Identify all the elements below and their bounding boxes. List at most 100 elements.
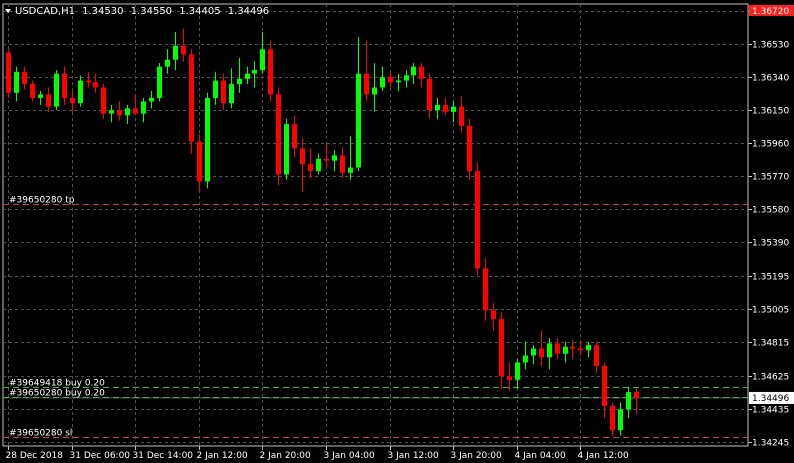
candle-body-bear [46,94,51,107]
candle-body-bull [372,87,377,95]
candle-body-bull [141,101,146,114]
candle-body-bear [308,164,313,172]
candle-body-bear [483,268,488,311]
candle-body-bull [531,348,536,356]
candle-body-bull [78,80,83,104]
chart-header: USDCAD,H1 1.34530 1.34550 1.34405 1.3449… [5,6,269,17]
candle-body-bull [165,59,170,67]
x-tick-label: 28 Dec 2018 [6,451,64,461]
current-price-tag-label: 1.34496 [752,394,789,404]
candle-body-bear [117,110,122,116]
candle-body-bear [340,155,345,173]
candle-body-bear [467,125,472,172]
candle-body-bear [276,94,281,175]
y-tick-label: 1.34245 [752,439,789,449]
candle-body-bull [396,80,401,83]
top-price-tag-label: 1.36720 [752,7,789,17]
candle-body-bear [499,318,504,377]
candle-body-bear [364,73,369,95]
y-tick-label: 1.35960 [752,140,789,150]
candle-body-bull [356,73,361,168]
candle-body-bull [618,409,623,431]
candle-body-bear [6,52,11,93]
candle-body-bear [634,392,639,398]
x-tick-label: 3 Jan 12:00 [388,451,440,461]
candle-body-bull [563,346,568,354]
low-value: 1.34405 [179,6,220,17]
close-value: 1.34496 [228,6,269,17]
candle-body-bull [237,78,242,85]
candle-body-bear [221,80,226,104]
candle-body-bear [459,106,464,126]
open-value: 1.34530 [82,6,123,17]
x-tick-label: 31 Dec 06:00 [70,451,131,461]
y-tick-label: 1.35195 [752,273,789,283]
candle-body-bull [626,392,631,410]
candle-body-bear [189,54,194,142]
candle-body-bear [101,87,106,114]
candle-body-bear [181,45,186,55]
candle-body-bear [491,310,496,319]
candle-body-bull [109,110,114,114]
candle-body-bull [284,124,289,175]
candle-body-bull [586,345,591,351]
candle-body-bull [125,108,130,116]
candle-body-bear [133,108,138,114]
candle-body-bear [539,348,544,358]
candle-body-bear [419,66,424,79]
candle-body-bull [515,362,520,380]
y-tick-label: 1.35580 [752,206,789,216]
candle-body-bear [427,78,432,111]
y-tick-label: 1.35770 [752,173,789,183]
candle-body-bull [316,158,321,172]
candle-body-bear [475,171,480,269]
candle-body-bull [380,77,385,88]
y-tick-label: 1.35390 [752,239,789,249]
x-tick-label: 4 Jan 04:00 [515,451,567,461]
candle-body-bear [555,343,560,354]
y-tick-label: 1.36340 [752,74,789,84]
candle-body-bear [197,141,202,182]
candle-body-bull [260,49,265,71]
candle-body-bull [435,104,440,111]
candle-body-bear [388,77,393,83]
y-tick-label: 1.34815 [752,339,789,349]
candle-body-bear [610,405,615,431]
candle-body-bull [54,73,59,107]
candle-body-bull [348,167,353,173]
y-tick-label: 1.34435 [752,406,789,416]
candle-body-bear [443,104,448,112]
candle-body-bull [205,97,210,182]
order-label: #39649418 buy 0.20 [9,379,105,389]
candle-body-bull [213,80,218,98]
order-label: #39650280 buy 0.20 [9,389,105,399]
candle-body-bull [332,155,337,161]
y-tick-label: 1.36530 [752,41,789,51]
price-chart[interactable]: #39650280 tp #39649418 buy 0.20#39650280 … [0,0,794,463]
x-tick-label: 4 Jan 12:00 [578,451,630,461]
chart-background [0,0,794,463]
candle-body-bear [578,348,583,351]
candle-body-bull [404,75,409,81]
order-label: #39650280 tp [9,196,75,206]
candle-body-bear [594,345,599,366]
candle-body-bear [268,49,273,95]
y-tick-label: 1.34625 [752,373,789,383]
candle-body-bear [30,84,35,98]
high-value: 1.34550 [131,6,172,17]
candle-body-bull [252,70,257,74]
y-tick-label: 1.35005 [752,306,789,316]
candle-body-bull [547,343,552,358]
x-tick-label: 3 Jan 20:00 [451,451,503,461]
candle-body-bear [292,124,297,149]
candle-body-bull [451,106,456,112]
symbol-ohlc-text: USDCAD,H1 1.34530 1.34550 1.34405 1.3449… [15,6,269,17]
candle-body-bear [22,71,27,85]
candle-body-bull [157,66,162,98]
symbol-label: USDCAD,H1 [15,6,75,17]
x-tick-label: 2 Jan 12:00 [197,451,249,461]
candle-body-bull [173,45,178,60]
candle-body-bull [38,94,43,98]
candle-body-bear [70,97,75,104]
candle-body-bear [86,80,91,83]
